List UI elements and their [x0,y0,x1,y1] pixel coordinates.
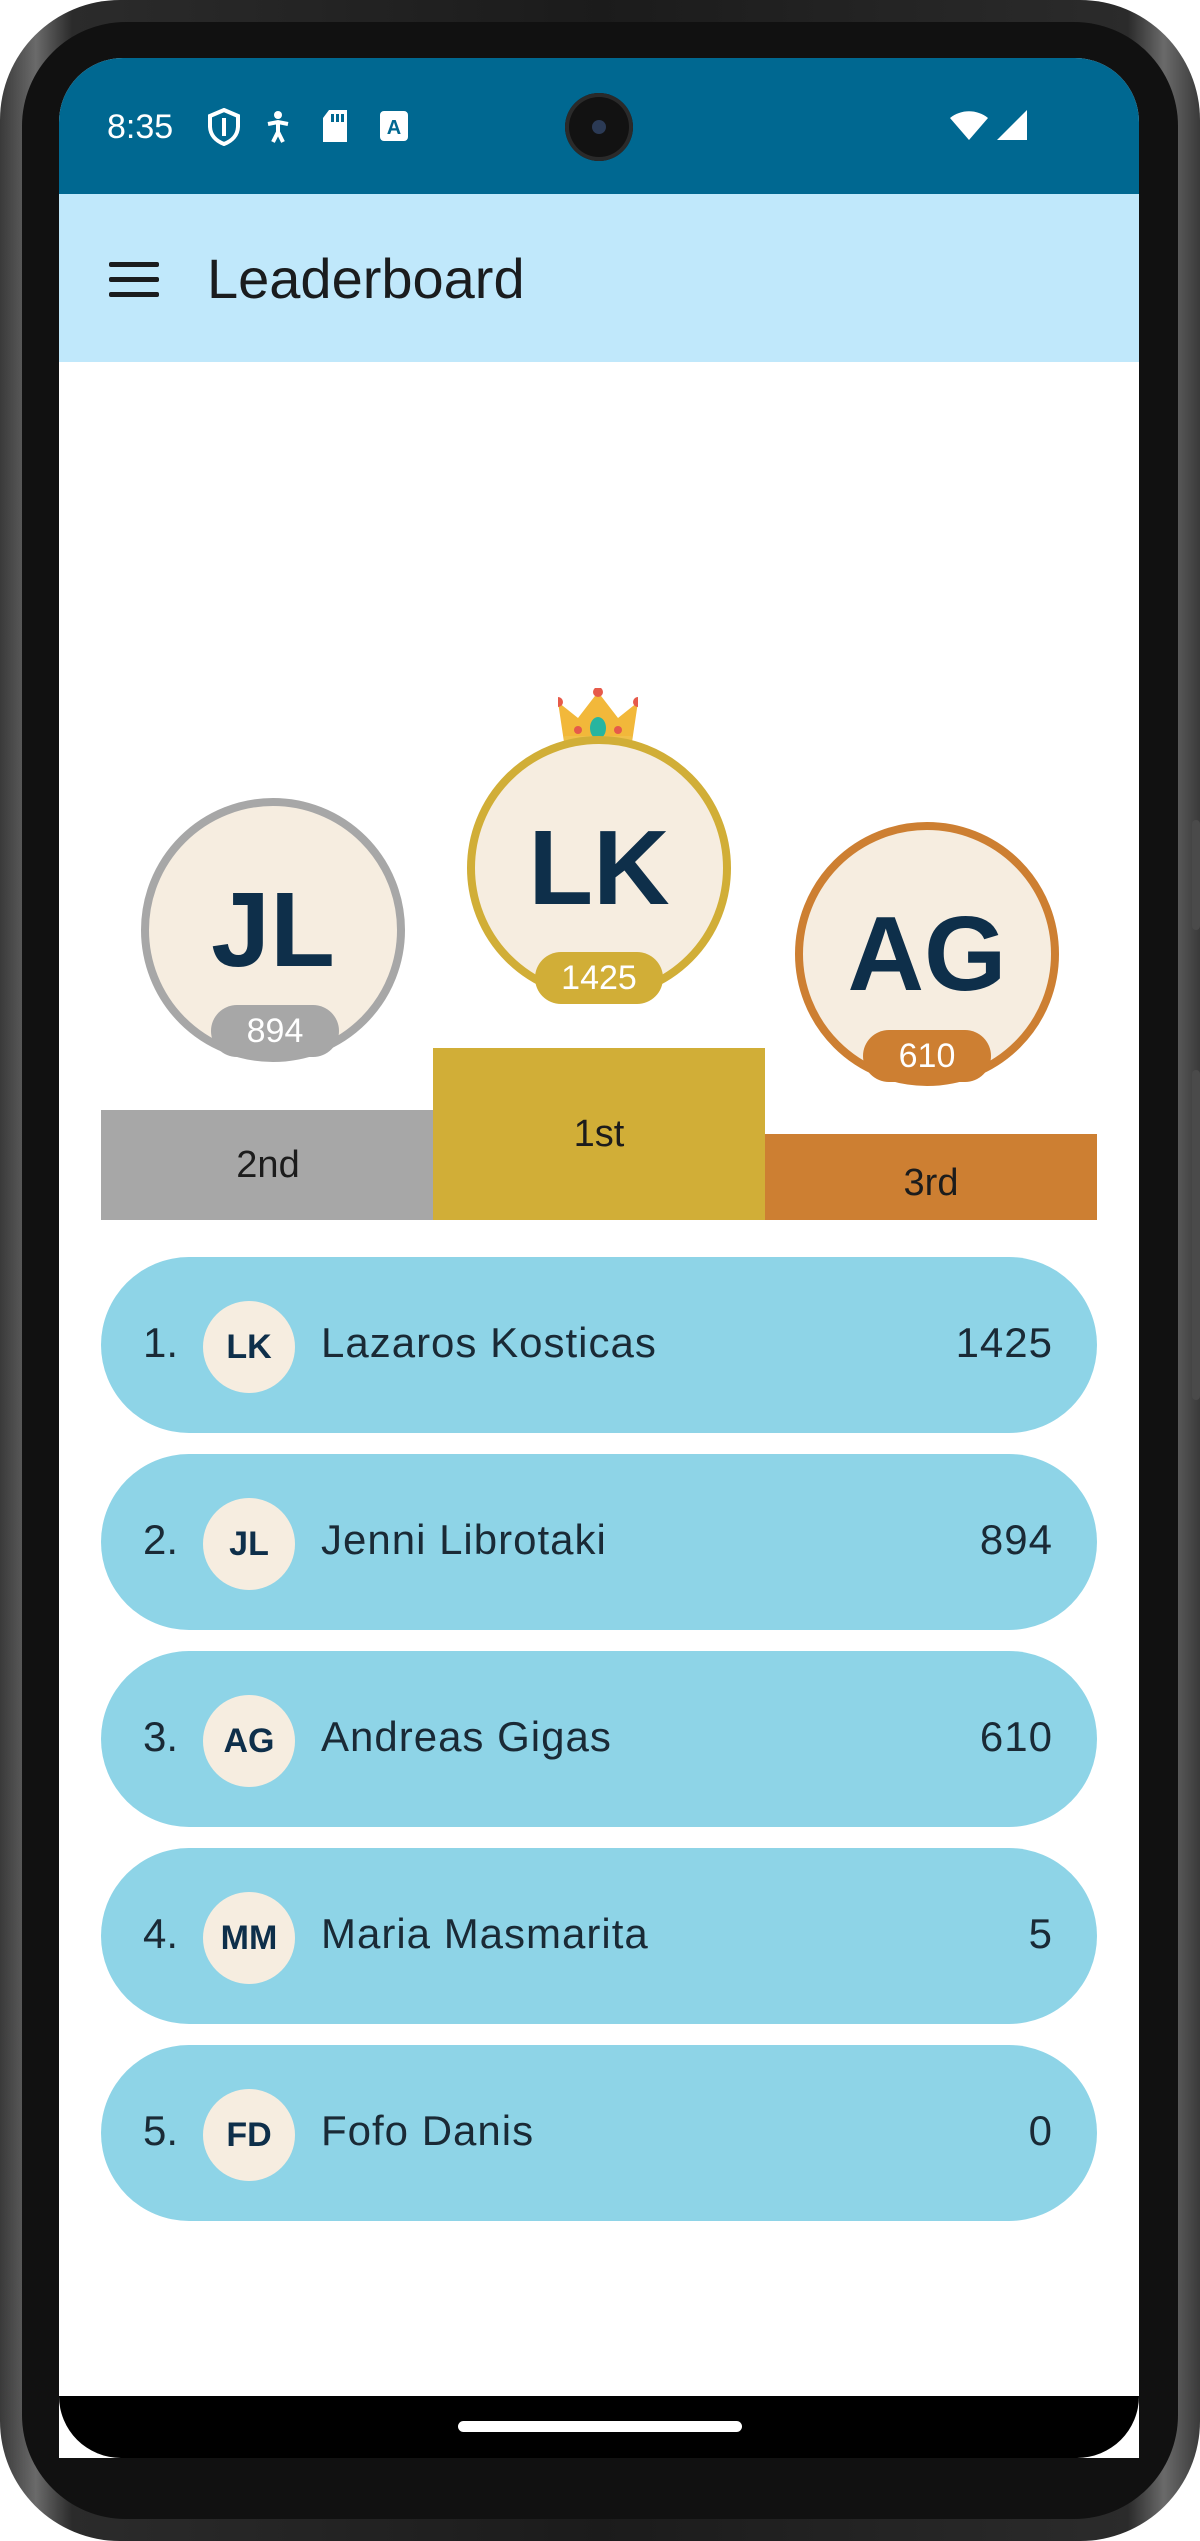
second-place-initials: JL [211,870,335,989]
player-name: Jenni Librotaki [321,1516,607,1563]
sd-card-icon [323,110,347,142]
status-bar: 8:35 A [59,58,1139,194]
podium: LK 1425 JL 894 AG 610 2nd 1st 3rd [59,362,1139,1222]
player-score: 894 [979,1516,1053,1563]
third-place-score-badge: 610 [863,1030,991,1082]
font-download-icon: A [380,111,408,141]
player-name: Lazaros Kosticas [321,1319,657,1366]
accessibility-icon [267,111,289,143]
list-item[interactable]: 2. JL Jenni Librotaki 894 [101,1454,1097,1630]
first-place-score-badge: 1425 [535,952,663,1004]
list-item[interactable]: 4. MM Maria Masmarita 5 [101,1848,1097,2024]
avatar: MM [203,1892,295,1984]
second-place-label: 2nd [236,1143,300,1186]
avatar: AG [203,1695,295,1787]
home-gesture-handle[interactable] [458,2421,742,2432]
rank-number: 3. [143,1713,179,1760]
rank-number: 1. [143,1319,179,1366]
player-name: Fofo Danis [321,2107,535,2154]
player-score: 610 [979,1713,1053,1760]
rank-number: 2. [143,1516,179,1563]
signal-icon [997,110,1027,140]
wifi-icon [950,111,988,140]
rank-number: 5. [143,2107,179,2154]
svg-text:A: A [387,117,401,139]
player-score: 5 [1028,1910,1053,1957]
front-camera [565,93,633,161]
screen: 8:35 A Leaderboard LK 1425 JL 894 AG 610… [59,58,1139,2458]
avatar: LK [203,1301,295,1393]
status-time: 8:35 [107,108,174,146]
player-score: 1425 [955,1319,1053,1366]
player-name: Andreas Gigas [321,1713,612,1760]
power-button [1192,820,1200,930]
first-place-label: 1st [573,1112,625,1155]
third-place-label: 3rd [903,1161,959,1204]
second-place-score-badge: 894 [211,1005,339,1057]
list-item[interactable]: 3. AG Andreas Gigas 610 [101,1651,1097,1827]
page-title: Leaderboard [207,247,525,310]
first-place-initials: LK [528,808,670,927]
list-item[interactable]: 1. LK Lazaros Kosticas 1425 [101,1257,1097,1433]
player-score: 0 [1028,2107,1053,2154]
third-place-block: 3rd [765,1134,1097,1220]
player-name: Maria Masmarita [321,1910,649,1957]
list-item[interactable]: 5. FD Fofo Danis 0 [101,2045,1097,2221]
rank-number: 4. [143,1910,179,1957]
first-place-block: 1st [433,1048,765,1220]
top-app-bar: Leaderboard [59,194,1139,362]
menu-icon[interactable] [109,262,159,298]
avatar: FD [203,2089,295,2181]
avatar: JL [203,1498,295,1590]
second-place-block: 2nd [101,1110,435,1220]
third-place-initials: AG [847,894,1007,1013]
shield-icon [208,108,240,146]
volume-button [1192,1070,1200,1400]
